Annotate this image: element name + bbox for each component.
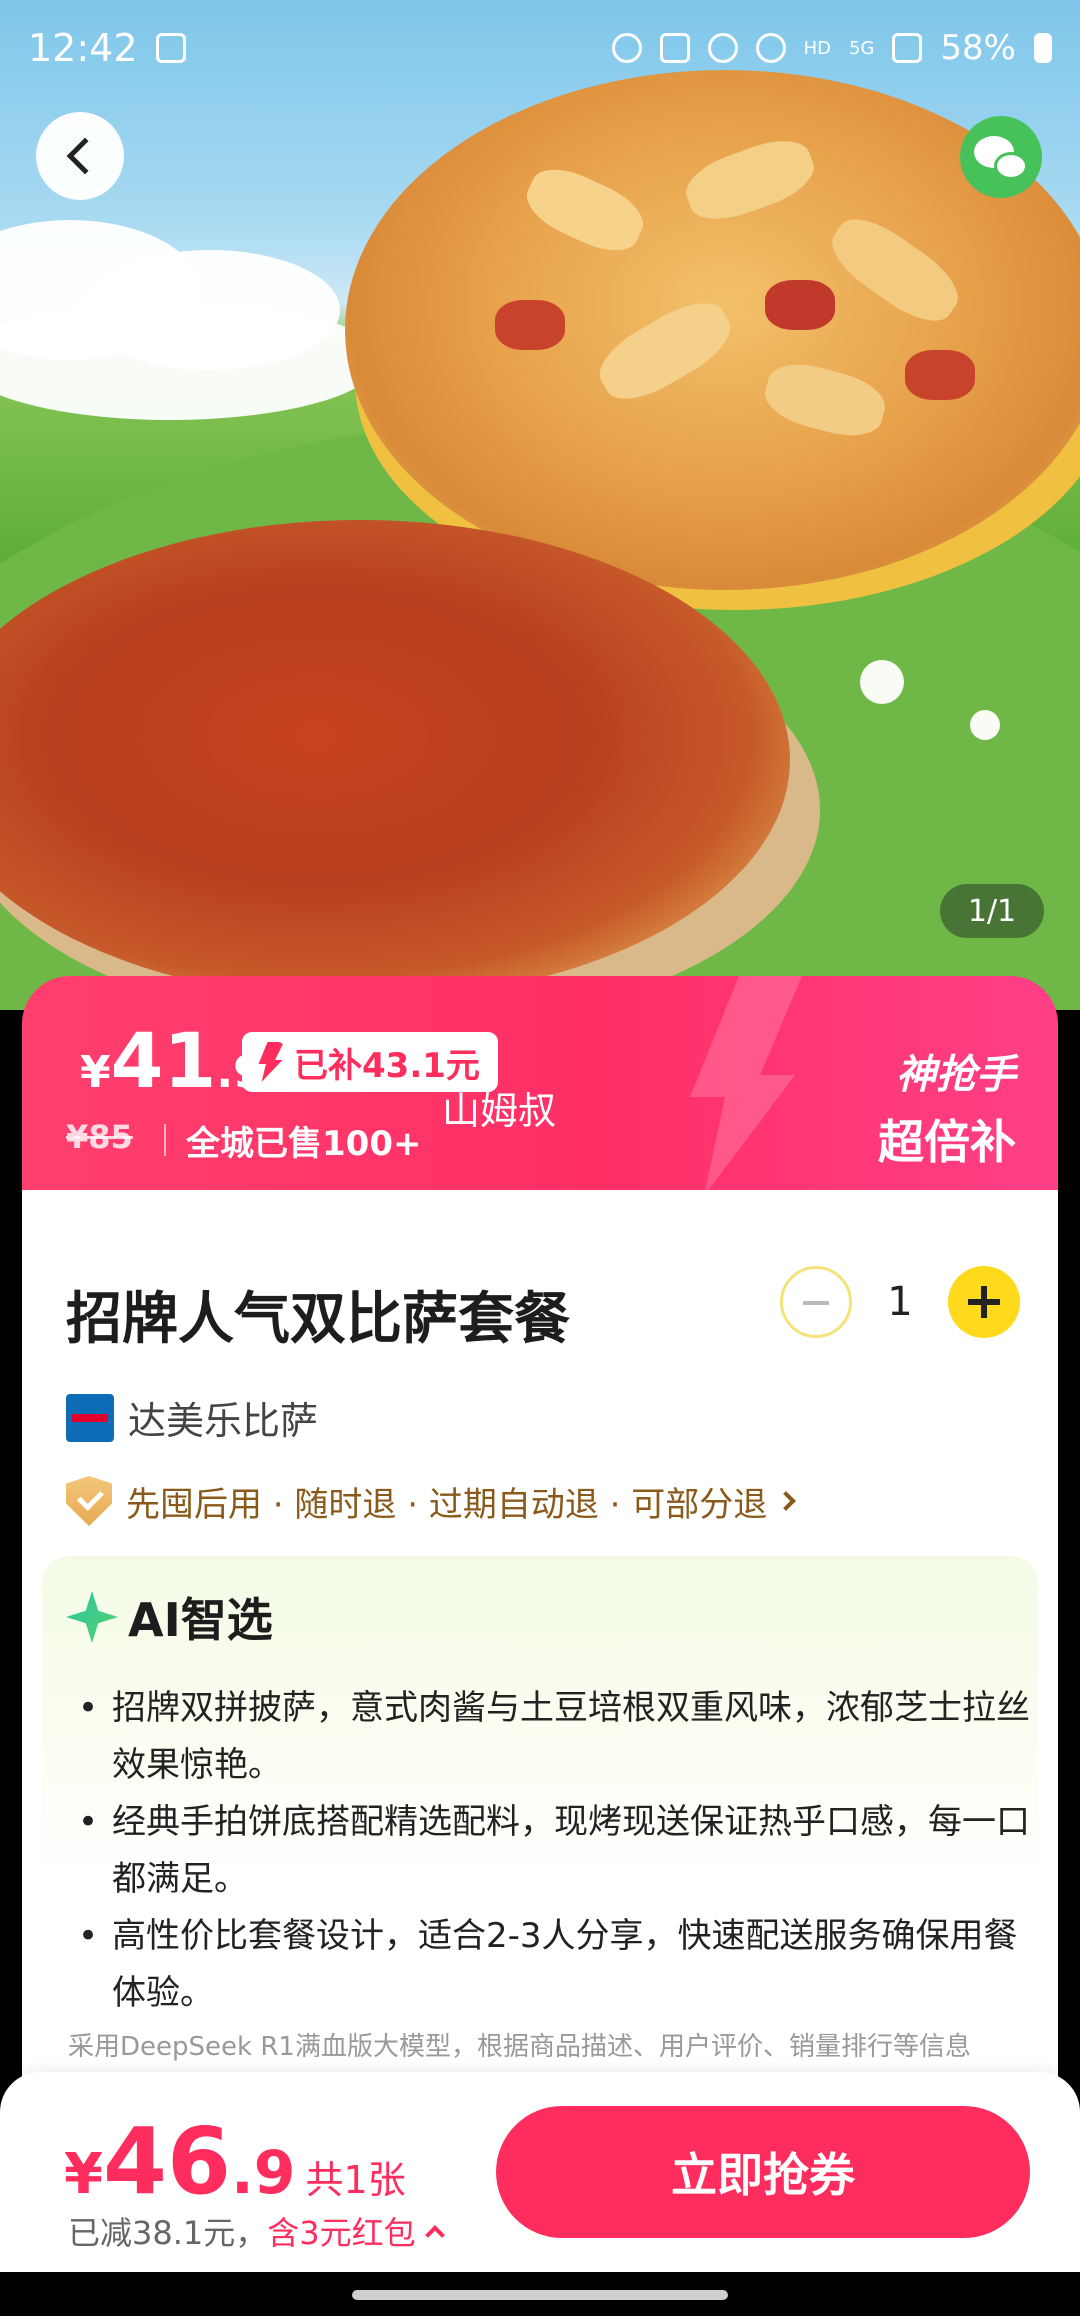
refund-policy-link[interactable]: 先囤后用 · 随时退 · 过期自动退 · 可部分退 <box>66 1476 797 1526</box>
ai-disclaimer: 采用DeepSeek R1满血版大模型，根据商品描述、用户评价、销量排行等信息 <box>68 2032 971 2062</box>
ai-recommendation-card: AI智选 招牌双拼披萨，意式肉酱与土豆培根双重风味，浓郁芝士拉丝效果惊艳。 经典… <box>42 1556 1038 2096</box>
store-link[interactable]: 达美乐比萨 <box>66 1390 318 1445</box>
wechat-share-button[interactable] <box>960 116 1042 198</box>
topping <box>495 300 565 350</box>
increase-quantity-button[interactable] <box>948 1266 1020 1338</box>
lightning-icon <box>690 976 802 1190</box>
quantity-stepper: 1 <box>780 1266 1020 1338</box>
back-arrow-icon <box>66 137 104 175</box>
decrease-quantity-button[interactable] <box>780 1266 852 1338</box>
gallery-notification-icon <box>155 33 186 63</box>
original-price: ¥85 <box>66 1118 133 1156</box>
policy-text: 先囤后用 · 随时退 · 过期自动退 · 可部分退 <box>126 1484 768 1525</box>
sold-count: 全城已售100+ <box>186 1124 422 1164</box>
topping <box>759 355 891 445</box>
shield-check-icon <box>66 1476 112 1526</box>
alarm-icon <box>611 33 642 63</box>
red-packet-text: 含3元红包 <box>267 2214 416 2252</box>
status-bar: 12:42 HD 5G 58% <box>0 0 1080 96</box>
buy-now-button[interactable]: 立即抢券 <box>496 2106 1030 2238</box>
flash-icon <box>258 1042 284 1082</box>
wifi-icon <box>755 33 786 63</box>
savings-text: 已减38.1元， <box>68 2214 268 2252</box>
coupon-count: 共1张 <box>305 2158 406 2202</box>
topping <box>678 129 822 231</box>
signal-icon <box>892 33 923 63</box>
ai-bullet-list: 招牌双拼披萨，意式肉酱与土豆培根双重风味，浓郁芝士拉丝效果惊艳。 经典手拍饼底搭… <box>70 1680 1030 2022</box>
chevron-right-icon <box>776 1491 797 1511</box>
ai-bullet-item: 经典手拍饼底搭配精选配料，现烤现送保证热乎口感，每一口都满足。 <box>70 1794 1030 1908</box>
product-title: 招牌人气双比萨套餐 <box>66 1287 570 1352</box>
savings-toggle[interactable]: 已减38.1元， 含3元红包 <box>68 2208 445 2254</box>
topping <box>517 157 653 263</box>
back-button[interactable] <box>36 112 124 200</box>
home-indicator[interactable] <box>352 2290 728 2300</box>
topping <box>820 205 970 335</box>
ai-bullet-item: 招牌双拼披萨，意式肉酱与土豆培根双重风味，浓郁芝士拉丝效果惊艳。 <box>70 1680 1030 1794</box>
store-name: 达美乐比萨 <box>128 1399 319 1443</box>
topping <box>905 350 975 400</box>
topping <box>765 280 835 330</box>
divider <box>164 1124 166 1156</box>
overlay-text: 山姆叔 <box>442 1089 557 1133</box>
topping <box>588 289 742 413</box>
status-time: 12:42 <box>28 26 138 70</box>
flower-decoration <box>860 660 904 704</box>
battery-icon <box>1034 33 1052 63</box>
cloud-decoration <box>0 300 380 420</box>
product-image[interactable] <box>0 0 1080 1010</box>
battery-percent: 58% <box>940 28 1016 68</box>
ai-title: AI智选 <box>128 1593 273 1647</box>
product-detail-card: 招牌人气双比萨套餐 1 达美乐比萨 先囤后用 · 随时退 · 过期自动退 · 可… <box>22 1190 1058 2096</box>
sparkle-icon <box>66 1591 118 1643</box>
badge-chao-bei-bu: 超倍补 <box>878 1115 1016 1169</box>
quantity-value: 1 <box>887 1279 913 1325</box>
total-price: ¥ 46 .9 共1张 <box>64 2108 406 2215</box>
location-icon <box>707 33 738 63</box>
ai-header: AI智选 <box>66 1584 273 1650</box>
mute-icon <box>659 33 690 63</box>
checkout-bar: ¥ 46 .9 共1张 已减38.1元， 含3元红包 立即抢券 <box>0 2072 1080 2272</box>
store-logo-icon <box>66 1393 114 1442</box>
chevron-up-icon <box>424 2225 445 2245</box>
price-banner: ¥ 41 .9 已补43.1元 ¥85 全城已售100+ 山姆叔 神抢手 超倍补 <box>22 976 1058 1190</box>
ai-bullet-item: 高性价比套餐设计，适合2-3人分享，快速配送服务确保用餐体验。 <box>70 1908 1030 2022</box>
image-pager: 1/1 <box>940 884 1044 938</box>
network-hd-label: HD <box>803 37 832 59</box>
deal-price: ¥ 41 .9 <box>80 1016 264 1105</box>
badge-shen-qiang-shou: 神抢手 <box>896 1052 1016 1098</box>
network-5g-label: 5G <box>849 37 875 59</box>
flower-decoration <box>970 710 1000 740</box>
